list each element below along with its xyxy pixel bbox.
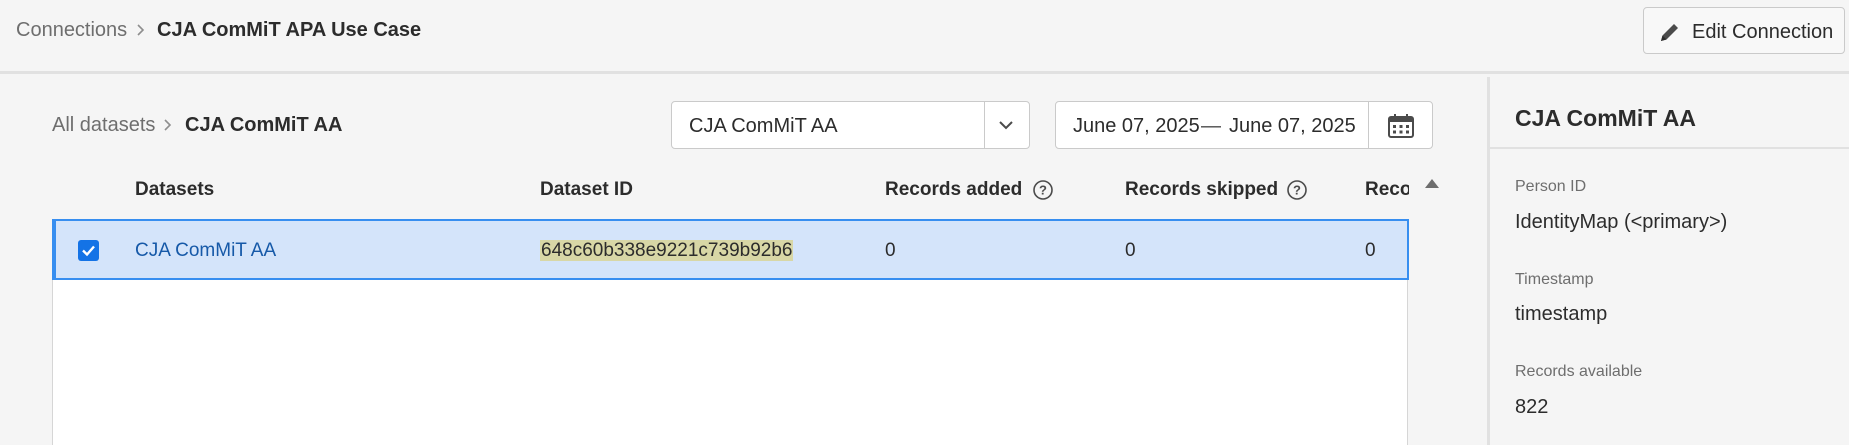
dataset-picker-value: CJA ComMiT AA bbox=[689, 115, 838, 137]
timestamp-value: timestamp bbox=[1515, 303, 1608, 325]
pencil-icon bbox=[1658, 20, 1682, 44]
table-row[interactable]: CJA ComMiT AA 648c60b338e9221c739b92b6 0… bbox=[52, 219, 1409, 280]
dataset-id: 648c60b338e9221c739b92b6 bbox=[540, 240, 794, 261]
scroll-up-icon[interactable] bbox=[1423, 176, 1441, 190]
row-checkbox[interactable] bbox=[78, 240, 99, 261]
breadcrumb-current: CJA ComMiT APA Use Case bbox=[157, 19, 422, 41]
records-truncated-value: 0 bbox=[1365, 240, 1376, 261]
table-header: Datasets Dataset ID Records added ? Reco… bbox=[53, 150, 1409, 227]
breadcrumb-all-datasets[interactable]: All datasets bbox=[52, 113, 155, 137]
date-divider bbox=[1368, 102, 1369, 148]
date-end[interactable]: June 07, 2025 bbox=[1229, 114, 1356, 138]
timestamp-label: Timestamp bbox=[1515, 271, 1594, 288]
date-range-picker[interactable]: June 07, 2025 — June 07, 2025 bbox=[1055, 101, 1433, 149]
svg-text:?: ? bbox=[1039, 183, 1047, 198]
breadcrumb-dataset-current: CJA ComMiT AA bbox=[185, 114, 343, 136]
help-icon[interactable]: ? bbox=[1032, 179, 1054, 201]
top-bar: Connections CJA ComMiT APA Use Case Edit… bbox=[0, 0, 1849, 74]
panel-divider bbox=[1490, 147, 1849, 149]
records-available-label: Records available bbox=[1515, 363, 1643, 380]
chevron-right-icon bbox=[131, 18, 151, 42]
column-datasets[interactable]: Datasets bbox=[135, 178, 214, 202]
person-id-label: Person ID bbox=[1515, 178, 1587, 195]
checkmark-icon bbox=[82, 245, 95, 257]
records-available-value: 822 bbox=[1515, 396, 1549, 418]
breadcrumb-connections[interactable]: Connections bbox=[16, 18, 127, 42]
main-content: All datasets CJA ComMiT AA CJA ComMiT AA… bbox=[0, 77, 1486, 445]
chevron-down-icon[interactable] bbox=[994, 113, 1018, 137]
details-panel: CJA ComMiT AA Person ID IdentityMap (<pr… bbox=[1487, 77, 1849, 445]
column-records-truncated[interactable]: Reco bbox=[1365, 178, 1409, 202]
calendar-icon[interactable] bbox=[1387, 113, 1415, 139]
column-records-skipped[interactable]: Records skipped bbox=[1125, 178, 1278, 202]
edit-connection-button[interactable]: Edit Connection bbox=[1643, 7, 1845, 54]
person-id-value: IdentityMap (<primary>) bbox=[1515, 211, 1728, 233]
column-dataset-id[interactable]: Dataset ID bbox=[540, 178, 633, 202]
picker-divider bbox=[984, 102, 985, 148]
panel-title: CJA ComMiT AA bbox=[1515, 105, 1697, 131]
edit-connection-label: Edit Connection bbox=[1692, 21, 1834, 43]
svg-text:?: ? bbox=[1293, 183, 1301, 198]
chevron-right-icon bbox=[158, 113, 178, 137]
records-added-value: 0 bbox=[885, 240, 896, 261]
date-start[interactable]: June 07, 2025 bbox=[1073, 114, 1200, 138]
column-records-added[interactable]: Records added bbox=[885, 178, 1022, 202]
dataset-picker[interactable]: CJA ComMiT AA bbox=[671, 101, 1030, 149]
date-separator: — bbox=[1201, 115, 1221, 137]
records-skipped-value: 0 bbox=[1125, 240, 1136, 261]
datasets-table: Datasets Dataset ID Records added ? Reco… bbox=[52, 150, 1409, 445]
dataset-name-link[interactable]: CJA ComMiT AA bbox=[135, 239, 276, 263]
help-icon[interactable]: ? bbox=[1286, 179, 1308, 201]
